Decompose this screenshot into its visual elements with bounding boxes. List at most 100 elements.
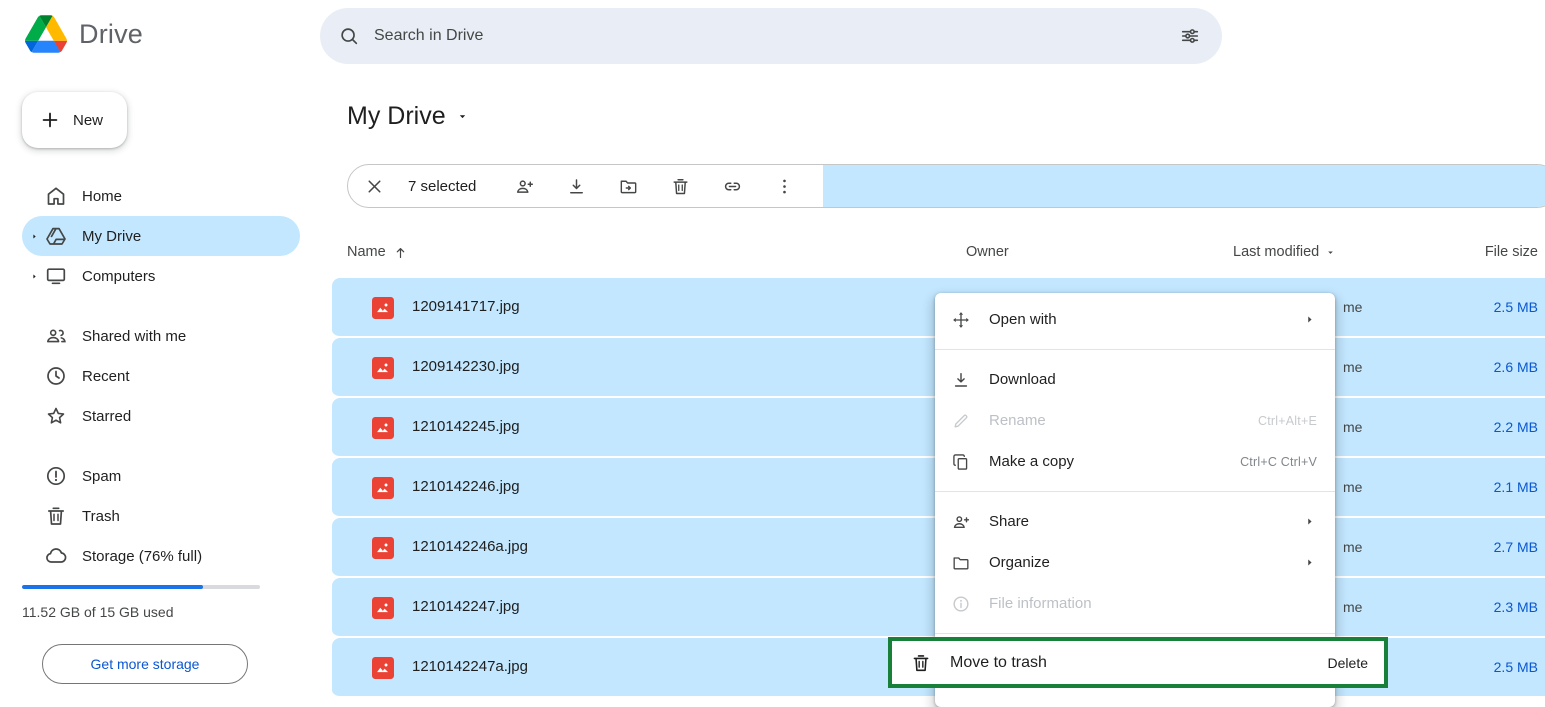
download-icon: [951, 370, 971, 390]
column-header-last-modified[interactable]: Last modified: [1233, 240, 1336, 264]
menu-shortcut: Ctrl+Alt+E: [1258, 414, 1317, 428]
image-file-icon: [372, 417, 394, 439]
sidebar-item-starred[interactable]: Starred: [22, 396, 300, 436]
trash-icon: [44, 504, 68, 528]
last-modified-by: me: [1343, 518, 1362, 576]
new-button-label: New: [73, 112, 103, 129]
sidebar-item-home[interactable]: Home: [22, 176, 300, 216]
move-button[interactable]: [608, 166, 648, 206]
sidebar-item-label: Recent: [82, 368, 130, 385]
menu-item-download[interactable]: Download: [935, 359, 1335, 400]
file-name: 1210142246.jpg: [412, 458, 520, 516]
file-name: 1209141717.jpg: [412, 278, 520, 336]
download-button[interactable]: [556, 166, 596, 206]
menu-divider: [935, 633, 1335, 634]
delete-button[interactable]: [660, 166, 700, 206]
folder-move-icon: [618, 176, 639, 197]
app-name: Drive: [79, 19, 143, 50]
last-modified-by: me: [1343, 458, 1362, 516]
sidebar-item-shared-with-me[interactable]: Shared with me: [22, 316, 300, 356]
sidebar-item-computers[interactable]: Computers: [22, 256, 300, 296]
get-more-storage-button[interactable]: Get more storage: [42, 644, 248, 684]
sidebar-item-label: Computers: [82, 268, 155, 285]
file-name: 1210142247.jpg: [412, 578, 520, 636]
sidebar-item-my-drive[interactable]: My Drive: [22, 216, 300, 256]
my-drive-title-button[interactable]: My Drive: [347, 102, 469, 131]
sidebar-item-storage-76-full[interactable]: Storage (76% full): [22, 536, 300, 576]
chevron-right-icon: [1302, 555, 1317, 570]
sidebar-item-label: Shared with me: [82, 328, 186, 345]
expand-arrow-icon[interactable]: [22, 231, 42, 241]
file-size: 2.2 MB: [1494, 398, 1538, 456]
search-options-button[interactable]: [1170, 16, 1210, 56]
file-size: 2.5 MB: [1494, 278, 1538, 336]
menu-item-label: Download: [989, 371, 1317, 388]
image-file-icon: [372, 357, 394, 379]
sidebar-nav: Home My Drive Computers Shared with me Recen…: [0, 176, 300, 576]
download-icon: [566, 176, 587, 197]
caret-down-icon: [456, 110, 469, 123]
file-size: 2.7 MB: [1494, 518, 1538, 576]
search-bar[interactable]: [320, 8, 1222, 64]
trash-icon: [670, 176, 691, 197]
expand-arrow-icon[interactable]: [22, 271, 42, 281]
more-actions-button[interactable]: [764, 166, 804, 206]
sidebar-item-spam[interactable]: Spam: [22, 456, 300, 496]
nav-arrow-spacer: [22, 411, 42, 421]
sidebar-item-label: Spam: [82, 468, 121, 485]
file-name: 1210142247a.jpg: [412, 638, 528, 696]
image-file-icon: [372, 477, 394, 499]
sidebar-item-label: Trash: [82, 508, 120, 525]
home-icon: [44, 184, 68, 208]
nav-arrow-spacer: [22, 551, 42, 561]
search-input[interactable]: [374, 27, 1156, 45]
menu-divider: [935, 491, 1335, 492]
menu-item-organize[interactable]: Organize: [935, 542, 1335, 583]
last-modified-by: me: [1343, 578, 1362, 636]
file-size: 2.3 MB: [1494, 578, 1538, 636]
column-header-owner[interactable]: Owner: [966, 240, 1009, 264]
chevron-right-icon: [1302, 514, 1317, 529]
menu-item-label: Organize: [989, 554, 1284, 571]
app-brand: Drive: [25, 15, 143, 53]
tune-icon: [1179, 25, 1201, 47]
shared-icon: [44, 324, 68, 348]
sort-caret-icon: [1325, 247, 1336, 258]
nav-arrow-spacer: [22, 331, 42, 341]
nav-arrow-spacer: [22, 471, 42, 481]
folder-icon: [951, 553, 971, 573]
open-with-icon: [951, 310, 971, 330]
menu-shortcut: Ctrl+C Ctrl+V: [1240, 455, 1317, 469]
menu-item-label: Move to trash: [950, 654, 1310, 672]
page-title: My Drive: [347, 102, 446, 131]
rename-icon: [951, 411, 971, 431]
column-header-name[interactable]: Name: [347, 240, 409, 264]
column-header-file-size[interactable]: File size: [1485, 240, 1538, 264]
menu-divider: [935, 349, 1335, 350]
image-file-icon: [372, 537, 394, 559]
share-button[interactable]: [504, 166, 544, 206]
column-header-label: Name: [347, 244, 386, 260]
plus-icon: [39, 109, 61, 131]
drive-icon: [44, 224, 68, 248]
image-file-icon: [372, 597, 394, 619]
file-size: 2.6 MB: [1494, 338, 1538, 396]
menu-item-share[interactable]: Share: [935, 501, 1335, 542]
sidebar-item-recent[interactable]: Recent: [22, 356, 300, 396]
menu-shortcut: Delete: [1328, 655, 1368, 671]
copy-icon: [951, 452, 971, 472]
sidebar-item-label: Home: [82, 188, 122, 205]
menu-item-make-a-copy[interactable]: Make a copyCtrl+C Ctrl+V: [935, 441, 1335, 482]
recent-icon: [44, 364, 68, 388]
new-button[interactable]: New: [22, 92, 127, 148]
storage-icon: [44, 544, 68, 568]
menu-item-label: Share: [989, 513, 1284, 530]
sidebar-item-trash[interactable]: Trash: [22, 496, 300, 536]
trash-icon: [910, 652, 932, 674]
last-modified-by: me: [1343, 398, 1362, 456]
menu-item-move-to-trash[interactable]: Move to trash Delete: [888, 637, 1388, 688]
clear-selection-button[interactable]: [354, 166, 394, 206]
get-link-button[interactable]: [712, 166, 752, 206]
person-add-icon: [514, 176, 535, 197]
menu-item-open-with[interactable]: Open with: [935, 299, 1335, 340]
